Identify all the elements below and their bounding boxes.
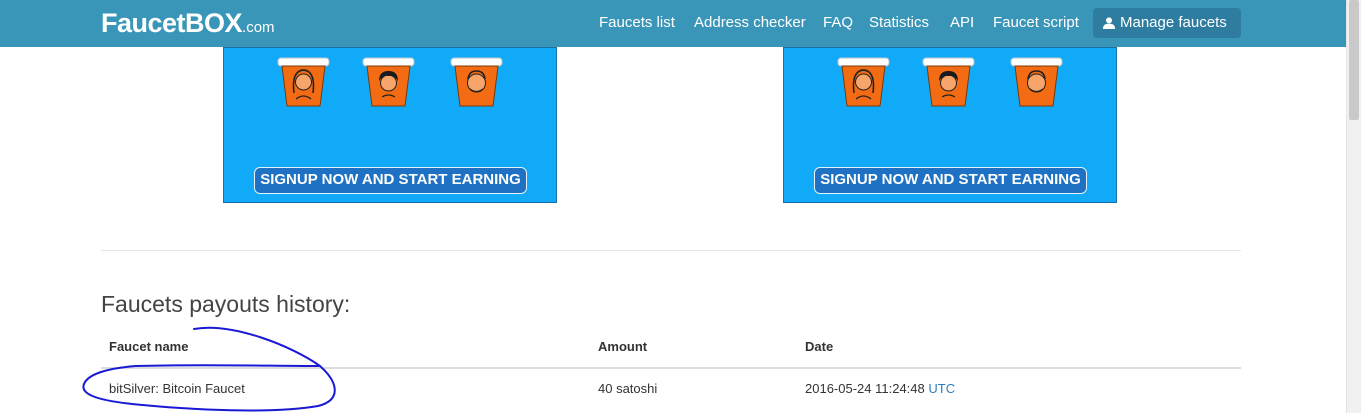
manage-faucets-button[interactable]: Manage faucets xyxy=(1093,8,1241,38)
column-header-date: Date xyxy=(805,339,834,354)
nav-address-checker[interactable]: Address checker xyxy=(694,14,806,32)
bucket-icon xyxy=(362,57,415,107)
bucket-icon xyxy=(837,57,890,107)
bucket-icon xyxy=(922,57,975,107)
ad-banner-left[interactable]: SIGNUP NOW AND START EARNING xyxy=(223,47,557,203)
timezone-link[interactable]: UTC xyxy=(928,381,955,396)
faucet-name-cell: bitSilver: Bitcoin Faucet xyxy=(109,381,245,396)
nav-api[interactable]: API xyxy=(950,14,974,32)
bucket-icon xyxy=(450,57,503,107)
nav-statistics[interactable]: Statistics xyxy=(869,14,929,32)
user-icon xyxy=(1103,17,1115,29)
top-navbar: FaucetBOX.com Faucets list Address check… xyxy=(0,0,1346,47)
page-scrollbar[interactable] xyxy=(1346,0,1361,413)
payouts-history-title: Faucets payouts history: xyxy=(101,291,351,317)
signup-cta-button[interactable]: SIGNUP NOW AND START EARNING xyxy=(814,167,1087,194)
bucket-icon xyxy=(1010,57,1063,107)
date-cell: 2016-05-24 11:24:48 UTC xyxy=(805,381,955,396)
brand-name: FaucetBOX xyxy=(101,8,243,38)
nav-faucets-list[interactable]: Faucets list xyxy=(599,14,675,32)
signup-cta-button[interactable]: SIGNUP NOW AND START EARNING xyxy=(254,167,527,194)
column-header-faucet-name: Faucet name xyxy=(109,339,189,354)
date-value: 2016-05-24 11:24:48 xyxy=(805,381,925,396)
hand-drawn-circle-annotation xyxy=(82,326,336,412)
nav-faucet-script[interactable]: Faucet script xyxy=(993,14,1079,32)
table-header-border xyxy=(101,367,1241,369)
bucket-icon xyxy=(277,57,330,107)
ad-banner-right[interactable]: SIGNUP NOW AND START EARNING xyxy=(783,47,1117,203)
nav-faq[interactable]: FAQ xyxy=(823,14,853,32)
scrollbar-thumb[interactable] xyxy=(1349,0,1359,120)
manage-faucets-label: Manage faucets xyxy=(1120,14,1227,31)
section-divider xyxy=(101,250,1241,251)
column-header-amount: Amount xyxy=(598,339,648,354)
brand-tld: .com xyxy=(242,19,275,36)
brand-logo[interactable]: FaucetBOX.com xyxy=(101,6,275,45)
amount-cell: 40 satoshi xyxy=(598,381,658,396)
